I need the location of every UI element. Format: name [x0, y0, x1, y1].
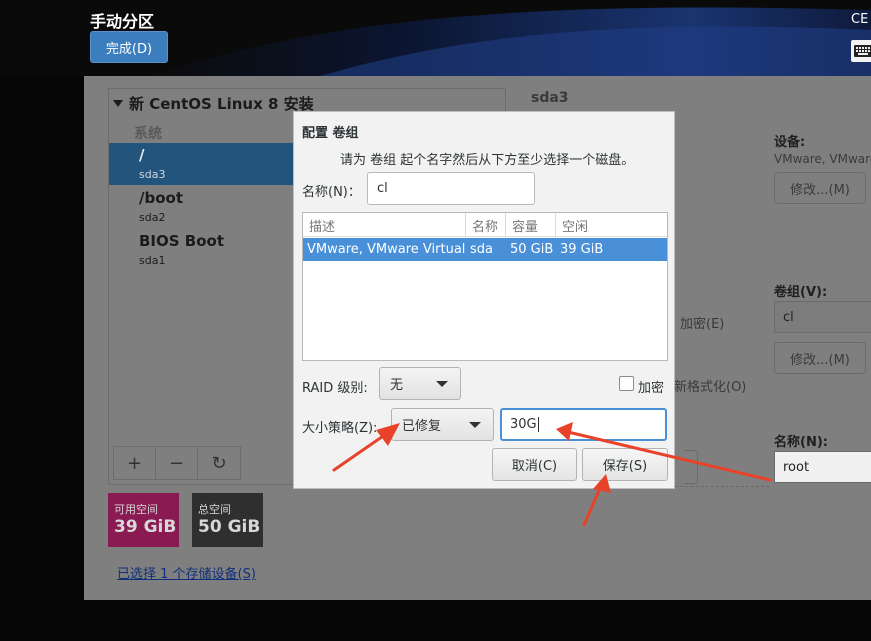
cancel-button[interactable]: 取消(C)	[492, 448, 577, 481]
column-header[interactable]: 空闲	[556, 213, 667, 237]
refresh-button[interactable]: ↻	[198, 447, 240, 479]
done-button[interactable]: 完成(D)	[90, 31, 168, 63]
mount-point-name: /	[139, 146, 145, 164]
size-input-value: 30G	[510, 417, 537, 432]
os-label: CE	[851, 12, 869, 27]
plus-icon: +	[126, 452, 143, 474]
chevron-down-icon	[469, 422, 481, 428]
column-header[interactable]: 容量	[506, 213, 556, 237]
panel-toolbar: + − ↻	[113, 446, 241, 480]
encrypt-checkbox-label[interactable]: 加密	[638, 377, 664, 396]
device-text: VMware, VMware	[774, 152, 871, 166]
size-policy-value: 已修复	[402, 419, 442, 434]
mount-point-device: sda2	[139, 211, 166, 224]
column-header[interactable]: 名称	[466, 213, 506, 237]
mount-point-name: /boot	[139, 189, 183, 207]
encrypt-checkbox[interactable]	[619, 376, 634, 391]
install-title[interactable]: 新 CentOS Linux 8 安装	[113, 93, 314, 114]
disk-capacity: 50 GiB	[510, 242, 554, 257]
vg-name-label: 名称(N)：	[302, 185, 361, 200]
disk-free: 39 GiB	[560, 242, 604, 257]
device-label: 设备:	[774, 135, 806, 150]
size-policy-label: 大小策略(Z):	[302, 421, 378, 436]
mount-point-item[interactable]: /boot sda2	[109, 186, 305, 228]
reformat-label[interactable]: 新格式化(O)	[674, 376, 746, 395]
anaconda-window: 手动分区 完成(D) CE 新 CentOS Linux 8 安装 系统 / s…	[0, 0, 871, 641]
section-label-system: 系统	[134, 126, 162, 142]
available-space-label: 可用空间	[114, 503, 158, 516]
remove-mount-point-button[interactable]: −	[156, 447, 198, 479]
device-title: sda3	[531, 90, 569, 106]
header-bar: 手动分区 完成(D) CE	[0, 0, 871, 76]
volume-group-combo[interactable]: cl	[774, 301, 871, 333]
size-policy-select[interactable]: 已修复	[391, 408, 494, 441]
mount-point-item[interactable]: / sda3	[109, 143, 305, 185]
add-mount-point-button[interactable]: +	[114, 447, 156, 479]
text-caret	[537, 417, 539, 432]
disk-table: 描述 名称 容量 空闲 VMware, VMware Virtual S sda…	[302, 212, 668, 361]
mount-point-name: BIOS Boot	[139, 232, 225, 250]
modify-volume-group-button[interactable]: 修改...(M)	[774, 342, 866, 374]
configure-volume-group-dialog: 配置 卷组 请为 卷组 起个名字然后从下方至少选择一个磁盘。 名称(N)： cl…	[293, 111, 675, 489]
mount-point-device: sda3	[139, 168, 166, 181]
dialog-subtitle: 请为 卷组 起个名字然后从下方至少选择一个磁盘。	[340, 153, 635, 168]
triangle-down-icon	[113, 100, 123, 107]
modify-device-button[interactable]: 修改...(M)	[774, 172, 866, 204]
mount-point-device: sda1	[139, 254, 166, 267]
total-space-value: 50 GiB	[198, 517, 261, 537]
encrypt-label[interactable]: 加密(E)	[680, 313, 724, 332]
save-button[interactable]: 保存(S)	[582, 448, 668, 481]
refresh-icon: ↻	[211, 452, 227, 474]
raid-level-select[interactable]: 无	[379, 367, 461, 400]
storage-devices-link[interactable]: 已选择 1 个存储设备(S)	[117, 563, 256, 582]
raid-level-value: 无	[390, 378, 404, 393]
volume-group-label: 卷组(V):	[774, 285, 828, 300]
mount-point-item[interactable]: BIOS Boot sda1	[109, 229, 305, 271]
table-row[interactable]: VMware, VMware Virtual S sda 50 GiB 39 G…	[303, 238, 667, 261]
table-header: 描述 名称 容量 空闲	[303, 213, 667, 237]
name-label: 名称(N):	[774, 435, 828, 450]
keyboard-icon[interactable]	[851, 40, 871, 62]
install-title-label: 新 CentOS Linux 8 安装	[129, 95, 314, 113]
chevron-down-icon	[436, 381, 448, 387]
available-space-value: 39 GiB	[114, 517, 177, 537]
vg-name-input[interactable]: cl	[367, 172, 535, 205]
hidden-button-edge	[684, 450, 698, 484]
total-space-label: 总空间	[198, 503, 231, 516]
column-header[interactable]: 描述	[303, 213, 466, 237]
total-space-box: 总空间 50 GiB	[192, 493, 263, 547]
size-input[interactable]: 30G	[500, 408, 667, 441]
raid-level-label: RAID 级别:	[302, 381, 368, 396]
disk-description: VMware, VMware Virtual S	[307, 242, 466, 257]
minus-icon: −	[168, 452, 185, 474]
dialog-title: 配置 卷组	[302, 126, 359, 141]
name-field[interactable]: root	[774, 451, 871, 483]
page-title: 手动分区	[90, 12, 155, 31]
disk-name: sda	[470, 242, 493, 257]
available-space-box: 可用空间 39 GiB	[108, 493, 179, 547]
